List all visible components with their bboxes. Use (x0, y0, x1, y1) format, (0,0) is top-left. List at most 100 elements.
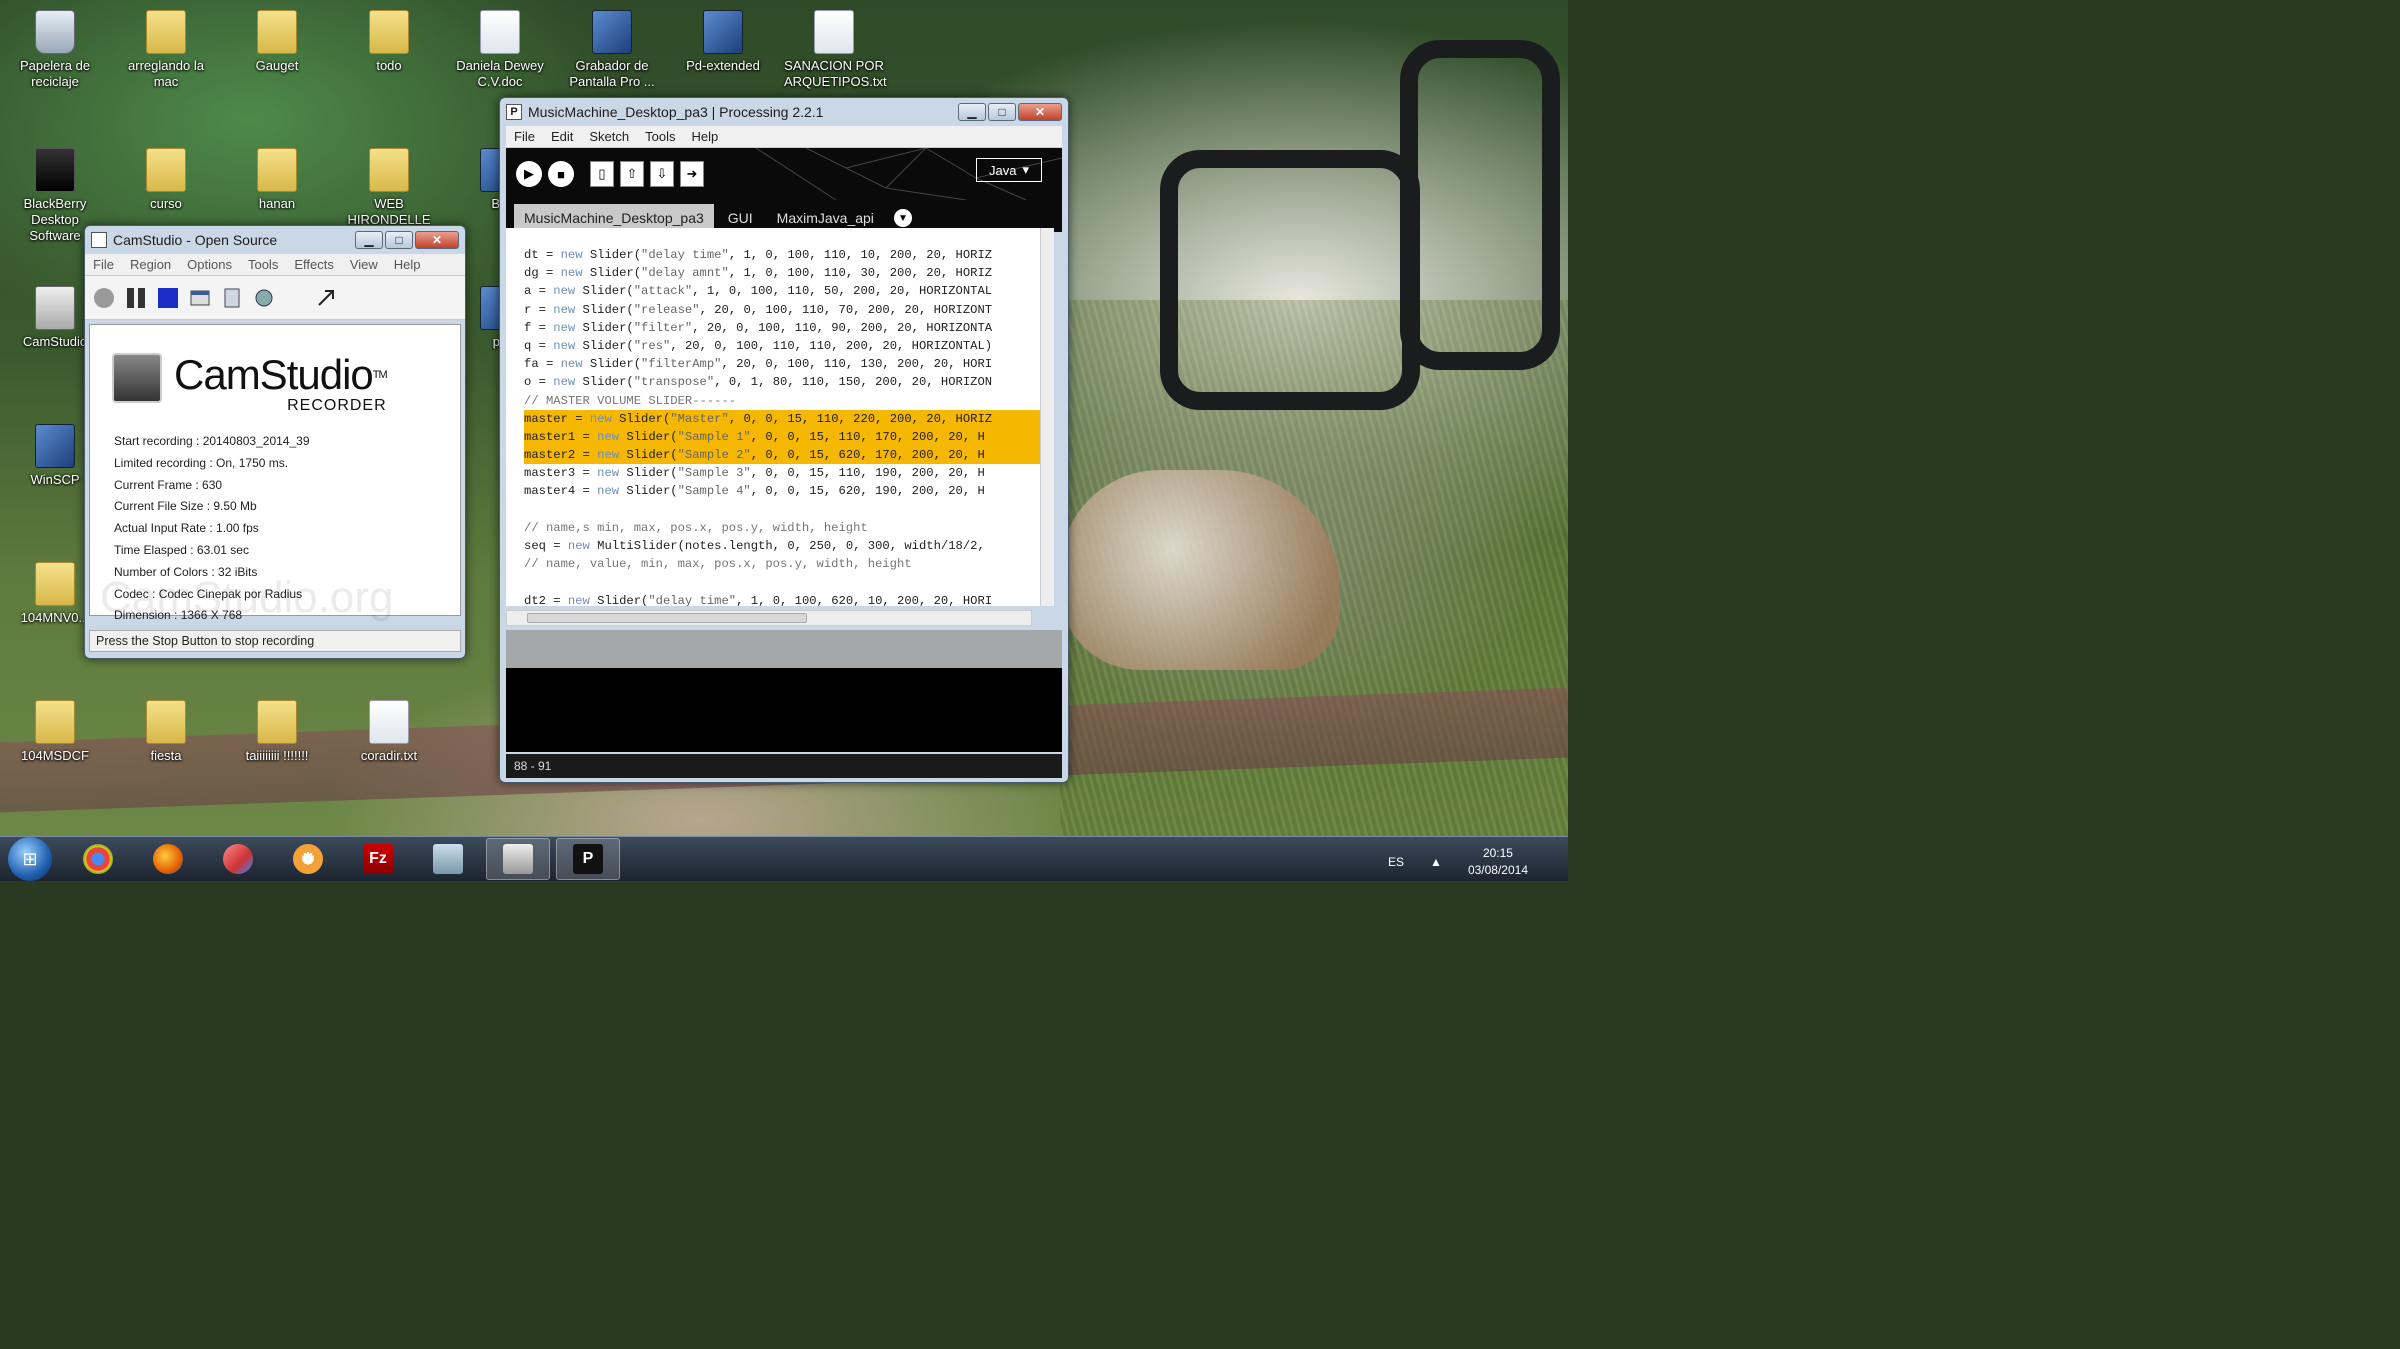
menu-item-file[interactable]: File (85, 257, 122, 272)
menu-item-help[interactable]: Help (386, 257, 429, 272)
maximize-button[interactable]: □ (385, 231, 413, 249)
desktop-icon[interactable]: Daniela Dewey C.V.doc (450, 10, 550, 90)
code-line[interactable]: master2 = new Slider("Sample 2", 0, 0, 1… (524, 446, 1044, 465)
desktop-icon[interactable]: Papelera de reciclaje (5, 10, 105, 90)
code-line[interactable]: // name, value, min, max, pos.x, pos.y, … (524, 555, 1044, 573)
start-button[interactable]: ⊞ (8, 837, 52, 881)
horizontal-scrollbar[interactable] (506, 610, 1032, 626)
desktop-icon-label: hanan (258, 196, 296, 211)
console (506, 668, 1062, 752)
code-line[interactable]: fa = new Slider("filterAmp", 20, 0, 100,… (524, 355, 1044, 373)
document-icon (480, 10, 520, 54)
maximize-button[interactable]: □ (988, 103, 1016, 121)
processing-icon: P (506, 104, 522, 120)
taskbar-filezilla-button[interactable]: Fz (346, 838, 410, 880)
folder-icon (369, 10, 409, 54)
explorer-icon (433, 844, 463, 874)
menu-item-tools[interactable]: Tools (637, 129, 683, 144)
window-title: MusicMachine_Desktop_pa3 | Processing 2.… (528, 104, 824, 120)
code-editor[interactable]: dt = new Slider("delay time", 1, 0, 100,… (506, 228, 1054, 606)
code-line[interactable] (524, 501, 1044, 519)
taskbar-camstudio-button[interactable] (486, 838, 550, 880)
minimize-view-icon[interactable] (315, 287, 337, 309)
info-line: Current File Size : 9.50 Mb (114, 499, 257, 514)
code-line[interactable]: f = new Slider("filter", 20, 0, 100, 110… (524, 319, 1044, 337)
code-line[interactable]: master = new Slider("Master", 0, 0, 15, … (524, 409, 1044, 428)
close-button[interactable]: ✕ (1018, 103, 1062, 121)
stop-icon[interactable] (157, 287, 179, 309)
code-line[interactable]: dg = new Slider("delay amnt", 1, 0, 100,… (524, 264, 1044, 282)
menu-item-options[interactable]: Options (179, 257, 240, 272)
taskbar-chrome-button[interactable] (66, 838, 130, 880)
code-line[interactable]: q = new Slider("res", 20, 0, 100, 110, 1… (524, 337, 1044, 355)
desktop-icon[interactable]: SANACION POR ARQUETIPOS.txt (784, 10, 887, 90)
desktop-icon[interactable]: curso (116, 148, 216, 212)
annotation-icon[interactable] (221, 287, 243, 309)
desktop-icon[interactable]: hanan (227, 148, 327, 212)
menu-item-help[interactable]: Help (683, 129, 726, 144)
desktop-icon[interactable]: arreglando la mac (116, 10, 216, 90)
vertical-scrollbar[interactable] (1040, 228, 1054, 606)
desktop-icon-label: todo (376, 58, 402, 73)
desktop-icon[interactable]: coradir.txt (339, 700, 439, 764)
minimize-button[interactable]: ▁ (958, 103, 986, 121)
code-line[interactable]: master3 = new Slider("Sample 3", 0, 0, 1… (524, 464, 1044, 482)
pause-icon[interactable] (125, 287, 147, 309)
menu-item-edit[interactable]: Edit (543, 129, 581, 144)
taskbar-processing-button[interactable]: P (556, 838, 620, 880)
camstudio-window[interactable]: CamStudio - Open Source ▁ □ ✕ File Region… (84, 225, 466, 659)
processing-toolbar: ▶ ■ ▯ ⇧ ⇩ ➜ Java ▾ (506, 148, 1062, 200)
folder-icon (146, 148, 186, 192)
scrollbar-thumb[interactable] (527, 613, 807, 623)
code-area[interactable]: dt = new Slider("delay time", 1, 0, 100,… (524, 246, 1044, 606)
desktop-icon[interactable]: Gauget (227, 10, 327, 74)
code-line[interactable]: seq = new MultiSlider(notes.length, 0, 2… (524, 537, 1044, 555)
desktop-icon-label: Grabador de Pantalla Pro ... (569, 58, 655, 89)
processing-titlebar[interactable]: P MusicMachine_Desktop_pa3 | Processing … (500, 98, 1068, 126)
code-line[interactable]: // name,s min, max, pos.x, pos.y, width,… (524, 519, 1044, 537)
clock[interactable]: 20:15 03/08/2014 (1468, 845, 1528, 879)
chevron-up-icon[interactable]: ▲ (1430, 855, 1442, 869)
code-line[interactable]: dt2 = new Slider("delay time", 1, 0, 100… (524, 592, 1044, 606)
desktop-icon-label: coradir.txt (360, 748, 418, 763)
taskbar-firefox-button[interactable] (136, 838, 200, 880)
code-line[interactable]: dt = new Slider("delay time", 1, 0, 100,… (524, 246, 1044, 264)
code-line[interactable]: a = new Slider("attack", 1, 0, 100, 110,… (524, 282, 1044, 300)
code-line[interactable]: o = new Slider("transpose", 0, 1, 80, 11… (524, 373, 1044, 391)
code-line[interactable]: master4 = new Slider("Sample 4", 0, 0, 1… (524, 482, 1044, 500)
mozilla-icon (223, 844, 253, 874)
language-indicator[interactable]: ES (1388, 855, 1404, 869)
region-icon[interactable] (189, 287, 211, 309)
mode-selector[interactable]: Java ▾ (976, 158, 1042, 182)
desktop-icon[interactable]: Grabador de Pantalla Pro ... (562, 10, 662, 90)
menu-item-region[interactable]: Region (122, 257, 179, 272)
menu-item-tools[interactable]: Tools (240, 257, 286, 272)
desktop-icon-label: 104MSDCF (21, 748, 89, 763)
desktop-icon[interactable]: Pd-extended (673, 10, 773, 74)
code-line[interactable]: master1 = new Slider("Sample 1", 0, 0, 1… (524, 427, 1044, 447)
menu-item-sketch[interactable]: Sketch (581, 129, 637, 144)
code-line[interactable]: r = new Slider("release", 20, 0, 100, 11… (524, 301, 1044, 319)
record-icon[interactable] (93, 287, 115, 309)
menu-item-view[interactable]: View (342, 257, 386, 272)
taskbar-explorer-button[interactable] (416, 838, 480, 880)
camstudio-titlebar[interactable]: CamStudio - Open Source ▁ □ ✕ (85, 226, 465, 254)
code-line[interactable] (524, 573, 1044, 591)
taskbar-mozilla-button[interactable] (206, 838, 270, 880)
recycle-bin-icon (35, 10, 75, 54)
menu-item-effects[interactable]: Effects (286, 257, 342, 272)
desktop-icon[interactable]: taiiiiiiii !!!!!!! (227, 700, 327, 764)
processing-window[interactable]: P MusicMachine_Desktop_pa3 | Processing … (499, 97, 1069, 783)
desktop-icon-label: arreglando la mac (128, 58, 204, 89)
desktop-icon[interactable]: fiesta (116, 700, 216, 764)
taskbar-settings-gear-button[interactable]: ⚙ (276, 838, 340, 880)
web-icon[interactable] (253, 287, 275, 309)
minimize-button[interactable]: ▁ (355, 231, 383, 249)
desktop-icon[interactable]: 104MSDCF (5, 700, 105, 764)
menu-item-file[interactable]: File (506, 129, 543, 144)
close-button[interactable]: ✕ (415, 231, 459, 249)
desktop-icon[interactable]: todo (339, 10, 439, 74)
tab-menu-icon[interactable]: ▼ (893, 209, 912, 227)
code-line[interactable]: // MASTER VOLUME SLIDER------ (524, 392, 1044, 410)
desktop-icon[interactable]: WEB HIRONDELLE (339, 148, 439, 228)
